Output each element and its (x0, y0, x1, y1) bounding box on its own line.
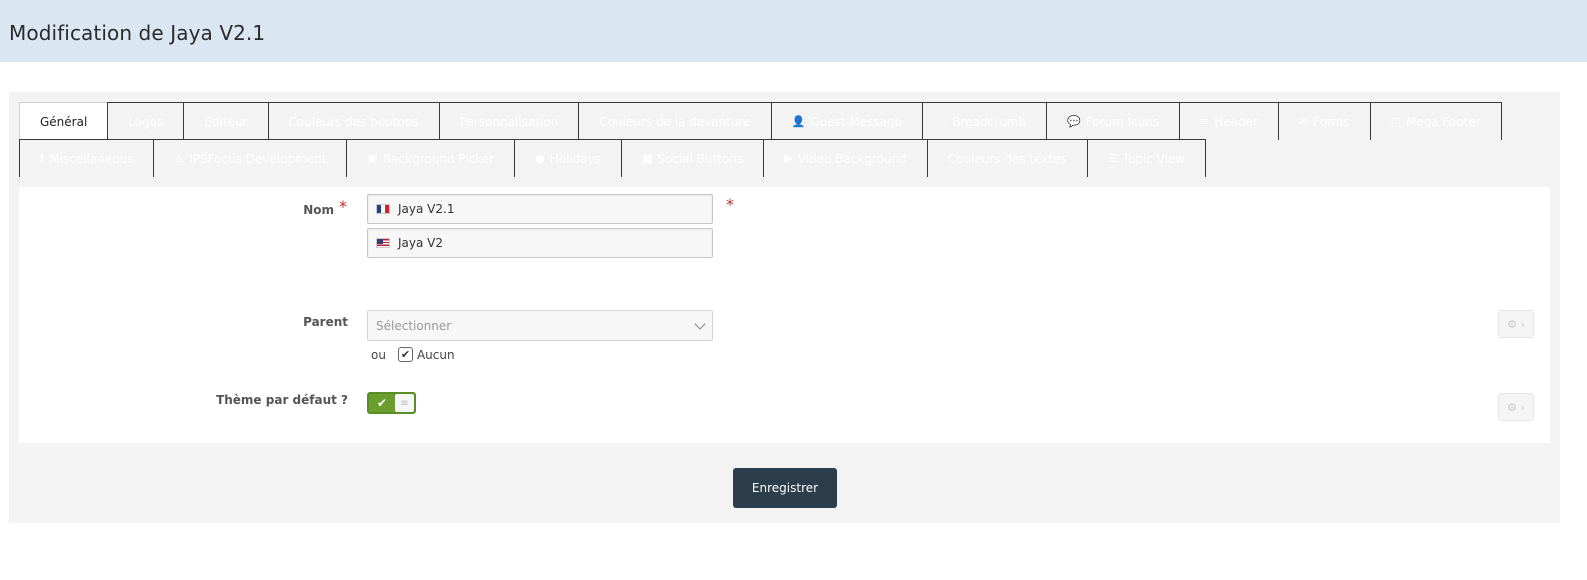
tab-couleurs-textes[interactable]: Couleurs des textes (926, 139, 1088, 177)
tab-background-picker[interactable]: ▣ Background Picker (346, 139, 516, 177)
toggle-knob-icon: ≡ (395, 394, 414, 412)
tab-label: Mega Footer (1406, 114, 1481, 129)
theme-edit-panel: Général Logos Editeur Couleurs des bouto… (9, 92, 1560, 523)
tab-label: Editeur (204, 114, 248, 129)
parent-label: Parent (303, 315, 348, 329)
required-marker-right: * (726, 195, 734, 214)
chevron-down-icon (694, 318, 706, 330)
us-flag-icon (376, 238, 390, 248)
gear-icon: ⚙ › (1507, 317, 1525, 331)
required-marker: * (339, 197, 347, 216)
image-icon: ▣ (367, 152, 378, 165)
tab-personnalisation[interactable]: Personnalisation (438, 102, 580, 140)
default-theme-label: Thème par défaut ? (216, 393, 348, 407)
info-circle-icon: ℹ (40, 152, 45, 165)
check-icon: ✔ (376, 396, 388, 410)
tab-editeur[interactable]: Editeur (183, 102, 269, 140)
check-icon: ✔ (400, 348, 411, 361)
tab-label: Couleurs des boutons (288, 114, 419, 129)
tab-forum-icons[interactable]: 💬 Forum Icons (1046, 102, 1180, 140)
tab-label: Miscellaneous (49, 151, 134, 166)
tab-couleurs-devanture[interactable]: Couleurs de la devanture (578, 102, 772, 140)
name-label: Nom (303, 203, 334, 217)
tab-bar-row-1: Général Logos Editeur Couleurs des bouto… (19, 102, 1502, 140)
ou-label: ou (371, 347, 386, 362)
tab-label: Logos (128, 114, 164, 129)
gear-icon: ⚙ › (1507, 400, 1525, 414)
default-theme-settings-gear-button[interactable]: ⚙ › (1498, 393, 1534, 421)
tab-label: Guest Message (810, 114, 902, 129)
envelope-icon: ✉ (1298, 115, 1309, 128)
tab-miscellaneous[interactable]: ℹ Miscellaneous (19, 139, 155, 177)
tab-ipsfocus-development[interactable]: ⚠ IPSFocus Development (153, 139, 348, 177)
tab-label: Personnalisation (459, 114, 559, 129)
comments-icon: 💬 (1067, 115, 1081, 128)
parent-select[interactable]: Sélectionner (367, 310, 713, 341)
tab-general[interactable]: Général (19, 102, 109, 140)
chevron-right-icon: › (942, 115, 948, 128)
list-icon: ☰ (1107, 152, 1118, 165)
page-title: Modification de Jaya V2.1 (9, 21, 266, 45)
warning-icon: ⚠ (174, 152, 185, 165)
tab-label: Background Picker (382, 151, 495, 166)
parent-none-row: ou ✔ Aucun (371, 347, 455, 362)
tab-label: IPSFocus Development (189, 151, 327, 166)
bars-icon: ≡ (1200, 115, 1210, 128)
tab-label: Breadcrumb (952, 114, 1027, 129)
tab-label: Couleurs de la devanture (599, 114, 751, 129)
tab-header[interactable]: ≡ Header (1179, 102, 1279, 140)
tab-label: Holidays (549, 151, 601, 166)
tab-video-background[interactable]: ▶ Video Background (763, 139, 928, 177)
tab-topic-view[interactable]: ☰ Topic View (1086, 139, 1207, 177)
parent-select-placeholder: Sélectionner (376, 318, 452, 333)
user-plus-icon: 👤 (791, 115, 806, 128)
tab-label: Forms (1313, 114, 1350, 129)
tab-label: Forum Icons (1085, 114, 1159, 129)
video-camera-icon: ▶ (784, 152, 793, 165)
name-input-english[interactable]: Jaya V2 (367, 228, 713, 258)
tab-label: Couleurs des textes (947, 151, 1067, 166)
default-theme-toggle[interactable]: ✔ ≡ (367, 392, 416, 414)
tab-forms[interactable]: ✉ Forms (1277, 102, 1371, 140)
tab-guest-message[interactable]: 👤 Guest Message (770, 102, 923, 140)
general-tab-form: Nom * Jaya V2.1 * Jaya V2 Parent Sélecti… (19, 187, 1550, 443)
name-input-french-value: Jaya V2.1 (398, 202, 455, 216)
tab-holidays[interactable]: ● Holidays (514, 139, 622, 177)
none-checkbox-label[interactable]: Aucun (417, 348, 455, 362)
page-header: Modification de Jaya V2.1 (0, 0, 1587, 62)
none-checkbox[interactable]: ✔ (397, 347, 413, 362)
save-button[interactable]: Enregistrer (733, 468, 837, 508)
tab-logos[interactable]: Logos (107, 102, 185, 140)
tab-breadcrumb[interactable]: › Breadcrumb (921, 102, 1048, 140)
tab-label: Video Background (797, 151, 907, 166)
name-input-french[interactable]: Jaya V2.1 (367, 194, 713, 224)
tab-couleurs-boutons[interactable]: Couleurs des boutons (267, 102, 440, 140)
tab-label: Header (1214, 114, 1258, 129)
tab-social-buttons[interactable]: ■ Social Buttons (621, 139, 765, 177)
columns-icon: □ (1390, 115, 1402, 128)
facebook-square-icon: ■ (642, 152, 653, 165)
tab-label: Topic View (1122, 151, 1186, 166)
french-flag-icon (376, 204, 390, 214)
tab-bar-row-2: ℹ Miscellaneous ⚠ IPSFocus Development ▣ Ba… (19, 139, 1207, 177)
tab-label: Général (40, 114, 88, 129)
globe-icon: ● (535, 152, 545, 165)
name-input-english-value: Jaya V2 (398, 236, 444, 250)
tab-label: Social Buttons (657, 151, 744, 166)
tab-mega-footer[interactable]: □ Mega Footer (1369, 102, 1502, 140)
parent-settings-gear-button[interactable]: ⚙ › (1498, 310, 1534, 338)
